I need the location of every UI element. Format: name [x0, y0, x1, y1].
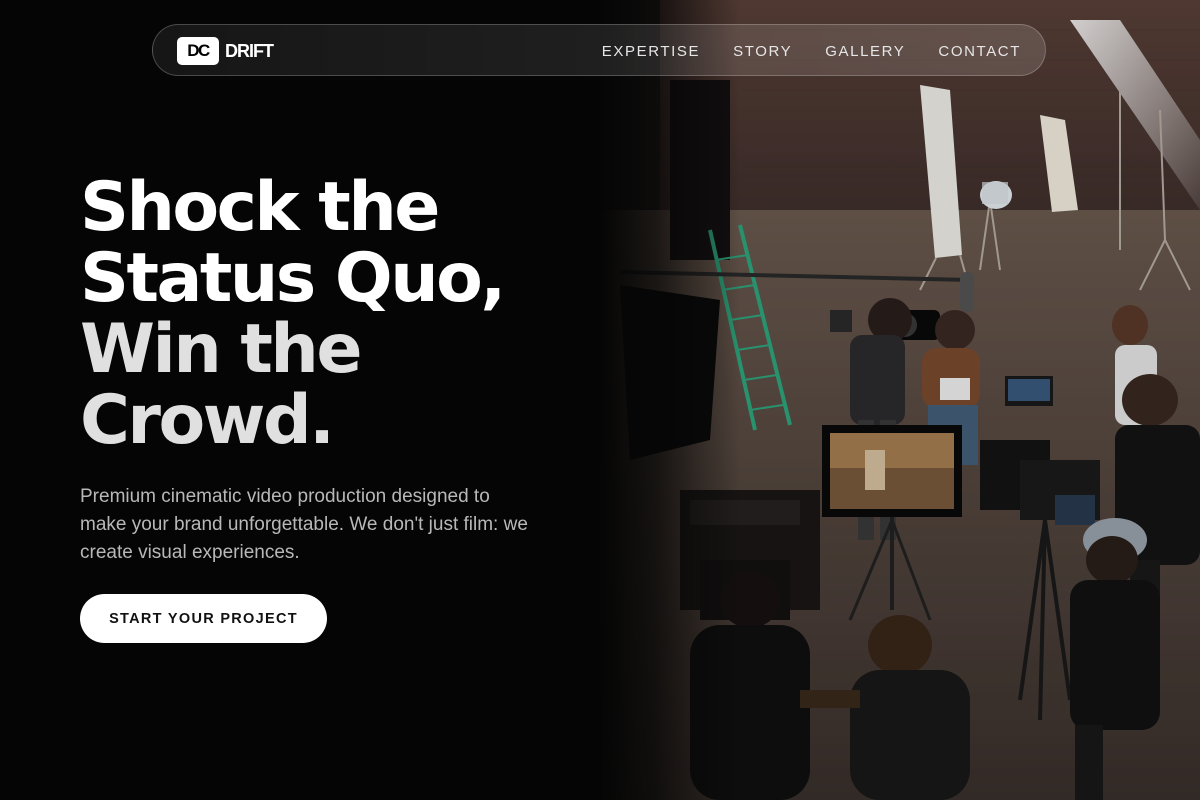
headline-line: Win the: [80, 310, 362, 389]
top-navbar: DC DRIFT EXPERTISE STORY GALLERY CONTACT: [152, 24, 1046, 76]
headline-line: Status Quo,: [80, 239, 506, 318]
nav-link-gallery[interactable]: GALLERY: [825, 43, 905, 60]
start-project-button[interactable]: START YOUR PROJECT: [80, 594, 327, 643]
headline-line: Shock the: [80, 168, 440, 247]
hero-headline: Shock the Status Quo, Win the Crowd.: [80, 168, 506, 460]
logo-text: DRIFT: [225, 40, 274, 61]
photo-fade-overlay: [600, 0, 740, 800]
logo-mark: DC: [177, 37, 219, 65]
nav-link-expertise[interactable]: EXPERTISE: [602, 43, 700, 60]
nav-links: EXPERTISE STORY GALLERY CONTACT: [602, 25, 1021, 77]
headline-line: Crowd.: [80, 381, 335, 460]
hero-description: Premium cinematic video production desig…: [80, 486, 528, 563]
nav-link-story[interactable]: STORY: [733, 43, 792, 60]
nav-link-contact[interactable]: CONTACT: [938, 43, 1021, 60]
brand-logo[interactable]: DC DRIFT: [177, 37, 274, 65]
